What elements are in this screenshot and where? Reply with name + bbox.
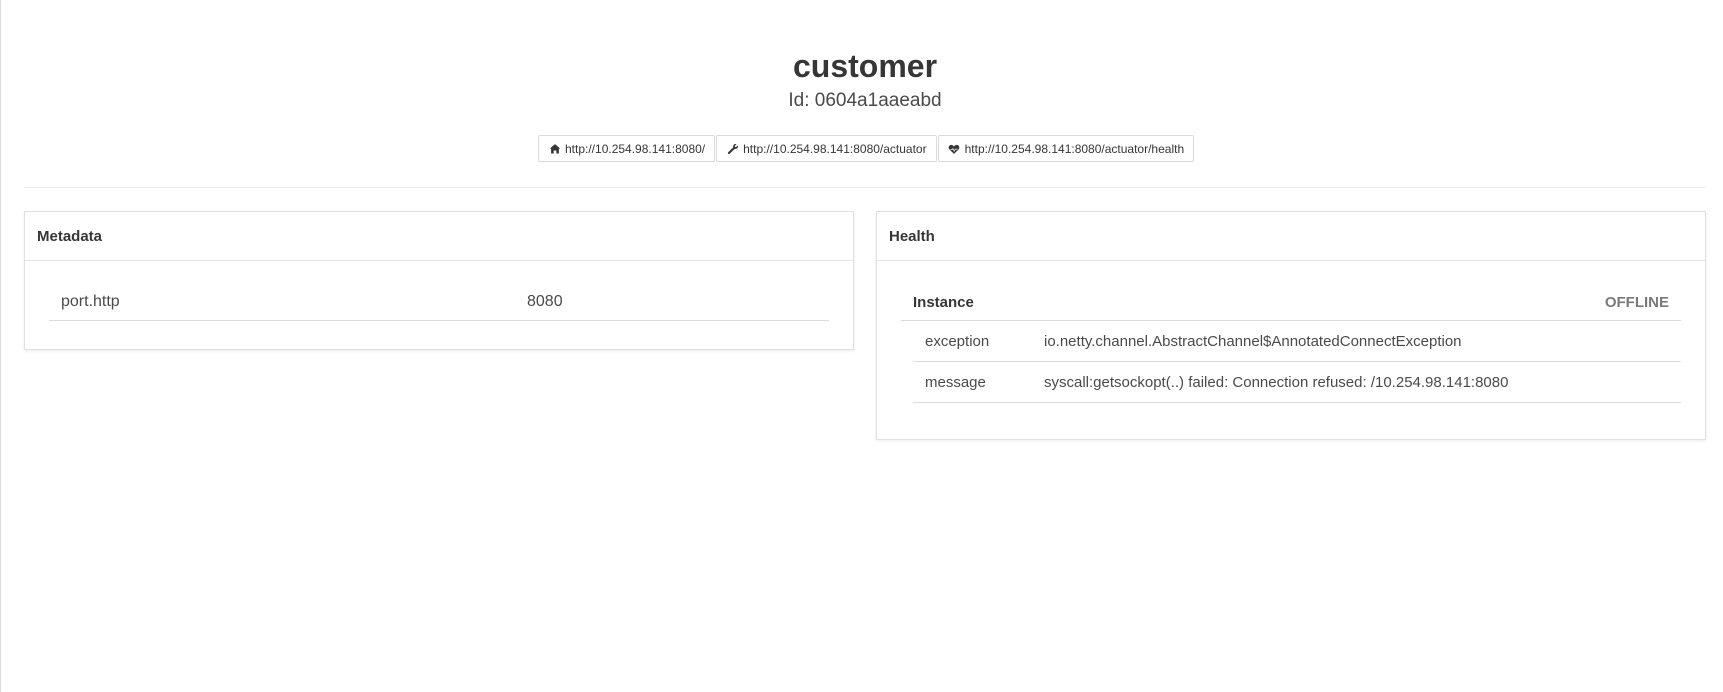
health-detail-value: syscall:getsockopt(..) failed: Connectio… (1044, 374, 1509, 391)
health-url-label: http://10.254.98.141:8080/actuator/healt… (964, 141, 1185, 156)
health-panel: Health Instance OFFLINE exception io.net… (876, 211, 1706, 440)
metadata-row: port.http 8080 (49, 286, 829, 321)
management-url-link[interactable]: http://10.254.98.141:8080/actuator (716, 135, 937, 162)
health-detail-row: exception io.netty.channel.AbstractChann… (913, 321, 1681, 362)
wrench-icon (726, 142, 739, 155)
health-detail-row: message syscall:getsockopt(..) failed: C… (913, 362, 1681, 403)
health-detail-key: exception (925, 333, 990, 350)
metadata-panel: Metadata port.http 8080 (24, 211, 854, 350)
home-url-label: http://10.254.98.141:8080/ (565, 141, 706, 156)
health-detail-value: io.netty.channel.AbstractChannel$Annotat… (1044, 333, 1462, 350)
status-badge: OFFLINE (1604, 294, 1669, 311)
heartbeat-icon (948, 142, 961, 155)
instance-id: Id: 0604a1aaeabd (788, 90, 942, 111)
instance-label: Instance (913, 294, 974, 311)
home-url-link[interactable]: http://10.254.98.141:8080/ (538, 135, 716, 162)
management-url-label: http://10.254.98.141:8080/actuator (743, 141, 927, 156)
left-border (0, 0, 1, 692)
instance-health-row: Instance OFFLINE (901, 286, 1681, 321)
metadata-value: 8080 (527, 293, 563, 310)
metadata-panel-title: Metadata (25, 212, 853, 261)
instance-links: http://10.254.98.141:8080/ http://10.254… (538, 135, 1195, 162)
health-detail-key: message (925, 374, 986, 391)
home-icon (548, 142, 561, 155)
health-url-link[interactable]: http://10.254.98.141:8080/actuator/healt… (937, 135, 1195, 162)
metadata-key: port.http (61, 293, 120, 310)
health-panel-title: Health (877, 212, 1705, 261)
header-divider (24, 187, 1706, 188)
application-name: customer (792, 48, 938, 84)
